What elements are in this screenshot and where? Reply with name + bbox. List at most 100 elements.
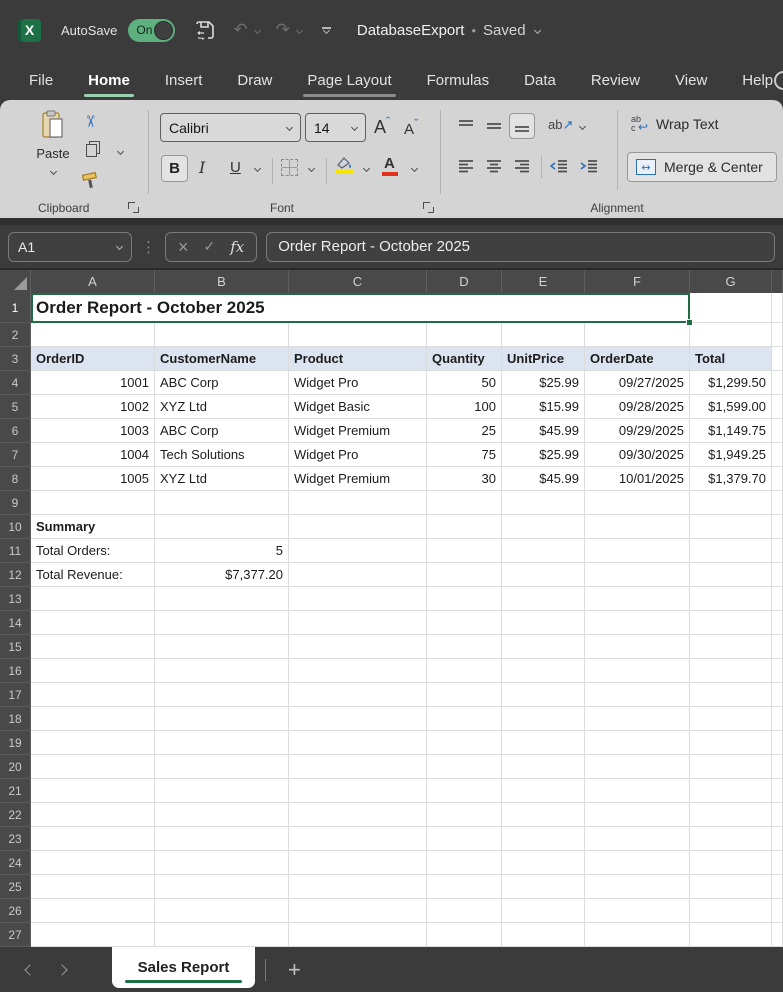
- cell-A18[interactable]: [31, 707, 155, 731]
- cell-F9[interactable]: [585, 491, 690, 515]
- cell-B8[interactable]: XYZ Ltd: [155, 467, 289, 491]
- cell-F22[interactable]: [585, 803, 690, 827]
- cell-G10[interactable]: [690, 515, 772, 539]
- cell-G4[interactable]: $1,299.50: [690, 371, 772, 395]
- row-header-1[interactable]: 1: [0, 293, 31, 323]
- tab-view[interactable]: View: [673, 60, 709, 100]
- cell-H4[interactable]: [772, 371, 783, 395]
- cell-C5[interactable]: Widget Basic: [289, 395, 427, 419]
- cell-A2[interactable]: [31, 323, 155, 347]
- cell-F5[interactable]: 09/28/2025: [585, 395, 690, 419]
- cell-B16[interactable]: [155, 659, 289, 683]
- cell-D24[interactable]: [427, 851, 502, 875]
- cell-C13[interactable]: [289, 587, 427, 611]
- cell-E13[interactable]: [502, 587, 585, 611]
- cell-G8[interactable]: $1,379.70: [690, 467, 772, 491]
- cell-D26[interactable]: [427, 899, 502, 923]
- cell-G15[interactable]: [690, 635, 772, 659]
- cell-G11[interactable]: [690, 539, 772, 563]
- cell-B21[interactable]: [155, 779, 289, 803]
- cell-G2[interactable]: [690, 323, 772, 347]
- cell-B5[interactable]: XYZ Ltd: [155, 395, 289, 419]
- cell-A9[interactable]: [31, 491, 155, 515]
- cell-H2[interactable]: [772, 323, 783, 347]
- cell-C6[interactable]: Widget Premium: [289, 419, 427, 443]
- cell-E19[interactable]: [502, 731, 585, 755]
- cell-A27[interactable]: [31, 923, 155, 947]
- cell-F24[interactable]: [585, 851, 690, 875]
- cut-icon[interactable]: ✂: [81, 115, 100, 128]
- increase-font-icon[interactable]: Aˆ: [374, 114, 390, 138]
- cell-F16[interactable]: [585, 659, 690, 683]
- col-header-B[interactable]: B: [155, 270, 289, 293]
- cell-G27[interactable]: [690, 923, 772, 947]
- cell-C21[interactable]: [289, 779, 427, 803]
- row-header-15[interactable]: 15: [0, 635, 31, 659]
- cell-E25[interactable]: [502, 875, 585, 899]
- cell-F2[interactable]: [585, 323, 690, 347]
- font-color-icon[interactable]: A: [384, 155, 395, 172]
- cell-C4[interactable]: Widget Pro: [289, 371, 427, 395]
- col-header-C[interactable]: C: [289, 270, 427, 293]
- formula-input[interactable]: Order Report - October 2025: [266, 232, 775, 262]
- cell-F25[interactable]: [585, 875, 690, 899]
- row-header-19[interactable]: 19: [0, 731, 31, 755]
- decrease-font-icon[interactable]: Aˇ: [404, 116, 418, 138]
- underline-chevron-icon[interactable]: [254, 165, 261, 172]
- cell-C24[interactable]: [289, 851, 427, 875]
- tab-file[interactable]: File: [27, 60, 55, 100]
- cell-H9[interactable]: [772, 491, 783, 515]
- align-center-icon[interactable]: [481, 153, 507, 179]
- cell-B25[interactable]: [155, 875, 289, 899]
- cell-H23[interactable]: [772, 827, 783, 851]
- cell-A17[interactable]: [31, 683, 155, 707]
- row-header-20[interactable]: 20: [0, 755, 31, 779]
- row-header-23[interactable]: 23: [0, 827, 31, 851]
- bold-button[interactable]: B: [161, 155, 188, 182]
- cell-B18[interactable]: [155, 707, 289, 731]
- cell-E10[interactable]: [502, 515, 585, 539]
- cell-C15[interactable]: [289, 635, 427, 659]
- tab-insert[interactable]: Insert: [163, 60, 205, 100]
- row-header-2[interactable]: 2: [0, 323, 31, 347]
- cell-B27[interactable]: [155, 923, 289, 947]
- cell-G21[interactable]: [690, 779, 772, 803]
- cell-G6[interactable]: $1,149.75: [690, 419, 772, 443]
- font-name-select[interactable]: Calibri: [160, 113, 301, 142]
- cell-D12[interactable]: [427, 563, 502, 587]
- cell-C17[interactable]: [289, 683, 427, 707]
- cell-D10[interactable]: [427, 515, 502, 539]
- cell-A25[interactable]: [31, 875, 155, 899]
- cell-C27[interactable]: [289, 923, 427, 947]
- cell-G5[interactable]: $1,599.00: [690, 395, 772, 419]
- fill-color-icon[interactable]: [336, 156, 355, 175]
- italic-button[interactable]: I: [199, 158, 205, 177]
- fill-handle[interactable]: [686, 319, 693, 326]
- cell-F4[interactable]: 09/27/2025: [585, 371, 690, 395]
- cell-H3[interactable]: [772, 347, 783, 371]
- cell-B11[interactable]: 5: [155, 539, 289, 563]
- cell-B22[interactable]: [155, 803, 289, 827]
- cell-C22[interactable]: [289, 803, 427, 827]
- cell-E3[interactable]: UnitPrice: [502, 347, 585, 371]
- cell-D3[interactable]: Quantity: [427, 347, 502, 371]
- borders-icon[interactable]: [281, 159, 298, 176]
- cell-F26[interactable]: [585, 899, 690, 923]
- cell-F15[interactable]: [585, 635, 690, 659]
- cell-C26[interactable]: [289, 899, 427, 923]
- cell-F10[interactable]: [585, 515, 690, 539]
- cell-F23[interactable]: [585, 827, 690, 851]
- font-size-select[interactable]: 14: [305, 113, 366, 142]
- cell-E18[interactable]: [502, 707, 585, 731]
- cell-C11[interactable]: [289, 539, 427, 563]
- col-header-F[interactable]: F: [585, 270, 690, 293]
- col-header-partial[interactable]: [772, 270, 783, 293]
- cell-F27[interactable]: [585, 923, 690, 947]
- cell-C2[interactable]: [289, 323, 427, 347]
- cell-E5[interactable]: $15.99: [502, 395, 585, 419]
- cell-A4[interactable]: 1001: [31, 371, 155, 395]
- cell-F18[interactable]: [585, 707, 690, 731]
- cell-E11[interactable]: [502, 539, 585, 563]
- cell-A20[interactable]: [31, 755, 155, 779]
- col-header-A[interactable]: A: [31, 270, 155, 293]
